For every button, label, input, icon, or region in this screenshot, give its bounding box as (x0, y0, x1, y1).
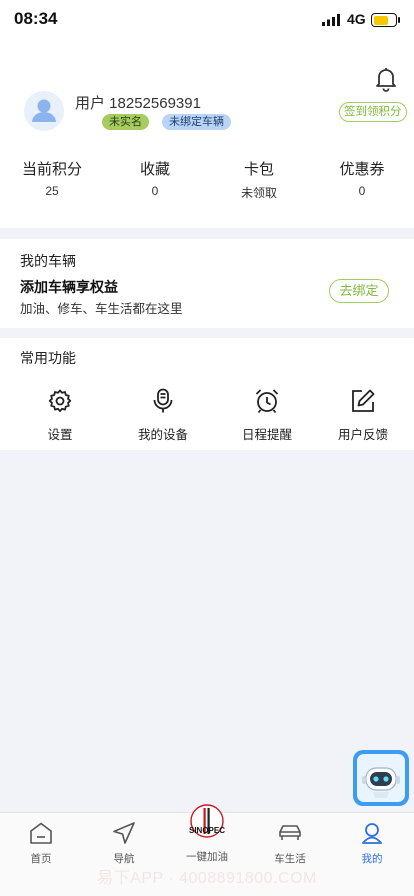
stat-favorites[interactable]: 收藏 0 (105, 158, 205, 198)
avatar[interactable] (24, 91, 64, 131)
stat-label: 优惠券 (339, 161, 385, 178)
stat-value: 25 (45, 184, 59, 198)
sinopec-logo: SINOPEC (189, 804, 225, 838)
feature-label: 设置 (47, 428, 73, 442)
realname-status-badge[interactable]: 未实名 (102, 114, 149, 130)
stat-coupons[interactable]: 优惠券 0 (312, 158, 412, 198)
profile-card: 用户 18252569391 未实名 未绑定车辆 签到领积分 当前积分 25 收… (0, 40, 414, 228)
bell-icon[interactable] (374, 66, 398, 92)
car-icon (279, 825, 301, 840)
feature-label: 用户反馈 (337, 428, 388, 442)
battery-icon (371, 13, 397, 27)
tab-quick-refuel[interactable]: SINOPEC (187, 804, 227, 840)
robot-icon (362, 767, 400, 798)
status-bar: 08:34 4G (0, 0, 414, 40)
stats-row: 当前积分 25 收藏 0 卡包 未领取 优惠券 0 (0, 158, 414, 208)
sinopec-logo-text: SINOPEC (189, 826, 225, 835)
ai-assistant-button[interactable] (353, 750, 409, 806)
tab-home[interactable]: 首页 (6, 821, 76, 866)
feature-label: 我的设备 (137, 428, 188, 442)
vehicle-bind-status-badge[interactable]: 未绑定车辆 (162, 114, 231, 130)
stat-points[interactable]: 当前积分 25 (2, 158, 102, 198)
stat-label: 卡包 (243, 161, 274, 178)
edit-icon (352, 389, 375, 412)
stat-value: 未领取 (240, 186, 277, 200)
feature-label: 日程提醒 (241, 428, 292, 442)
feature-my-devices[interactable]: 我的设备 (123, 388, 203, 443)
user-icon (362, 823, 382, 844)
user-avatar-icon (32, 99, 56, 122)
alarm-clock-icon (255, 389, 279, 414)
section-title: 常用功能 (20, 350, 76, 366)
tab-mine[interactable]: 我的 (337, 821, 407, 866)
stat-value: 0 (151, 184, 159, 198)
section-title: 我的车辆 (20, 253, 76, 269)
feature-schedule-reminder[interactable]: 日程提醒 (227, 388, 307, 443)
status-time: 08:34 (14, 9, 58, 28)
signal-icon (322, 14, 340, 26)
watermark: 易下APP · 4008891800.COM (97, 870, 317, 887)
tab-label[interactable]: 一键加油 (176, 849, 238, 864)
stat-label: 当前积分 (21, 161, 82, 178)
vehicle-promo-desc: 加油、修车、车生活都在这里 (20, 302, 183, 316)
stat-card-wallet[interactable]: 卡包 未领取 (209, 158, 309, 201)
tab-car-life[interactable]: 车生活 (255, 821, 325, 866)
network-type: 4G (347, 11, 366, 27)
tab-navigation[interactable]: 导航 (89, 821, 159, 866)
navigation-icon (113, 822, 135, 844)
common-features-section: 常用功能 设置 我的设备 日程提醒 用户反馈 (0, 338, 414, 450)
user-name: 用户 18252569391 (75, 95, 201, 112)
sign-in-button[interactable]: 签到领积分 (339, 102, 407, 122)
stat-label: 收藏 (139, 161, 170, 178)
vehicle-promo-title: 添加车辆享权益 (20, 279, 118, 295)
feature-settings[interactable]: 设置 (20, 388, 100, 443)
my-vehicle-section: 我的车辆 添加车辆享权益 加油、修车、车生活都在这里 去绑定 (0, 239, 414, 328)
home-icon (30, 822, 52, 844)
bind-vehicle-button[interactable]: 去绑定 (329, 279, 389, 303)
gear-icon (48, 389, 72, 412)
stat-value: 0 (358, 184, 366, 198)
microphone-icon (153, 388, 173, 413)
feature-user-feedback[interactable]: 用户反馈 (323, 388, 403, 443)
